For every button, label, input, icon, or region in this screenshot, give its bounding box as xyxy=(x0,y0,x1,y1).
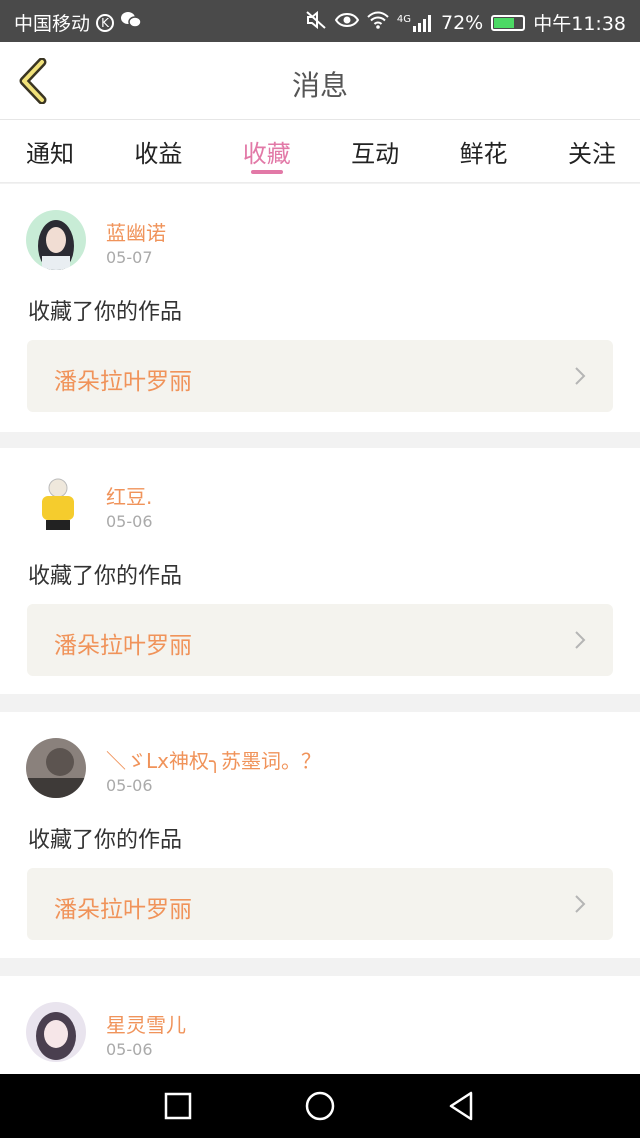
notification-message: 收藏了你的作品 xyxy=(28,300,183,325)
notification-date: 05-06 xyxy=(106,776,153,795)
signal-icon: 4G xyxy=(397,14,433,32)
user-name[interactable]: ＼ゞLx神权╮苏墨词。？ xyxy=(106,745,321,774)
notification-date: 05-06 xyxy=(106,1040,153,1059)
carrier-label: 中国移动 xyxy=(14,13,91,35)
notification-date: 05-07 xyxy=(106,248,153,267)
k-badge-icon: K xyxy=(96,13,115,32)
battery-percent: 72% xyxy=(441,11,484,34)
app-header: 消息 xyxy=(0,42,640,120)
page-title: 消息 xyxy=(291,69,348,102)
recent-apps-button[interactable] xyxy=(162,1090,194,1122)
tab-interaction[interactable]: 互动 xyxy=(351,120,399,182)
system-nav-bar xyxy=(0,1074,640,1138)
work-title: 潘朵拉叶罗丽 xyxy=(54,369,192,395)
avatar[interactable] xyxy=(26,474,86,534)
tab-flowers[interactable]: 鲜花 xyxy=(460,120,508,182)
tab-bar: 通知 收益 收藏 互动 鲜花 关注 xyxy=(0,120,640,183)
tab-follow[interactable]: 关注 xyxy=(568,120,616,182)
notification-date: 05-06 xyxy=(106,512,153,531)
status-bar: 中国移动 K 4G 72% 中午11:38 xyxy=(0,0,640,42)
tab-label: 关注 xyxy=(567,140,616,168)
work-link[interactable]: 潘朵拉叶罗丽 xyxy=(27,868,613,940)
avatar[interactable] xyxy=(26,210,86,270)
chevron-right-icon xyxy=(575,895,586,913)
notification-card: 红豆. 05-06 收藏了你的作品 潘朵拉叶罗丽 xyxy=(0,448,640,694)
notification-card: 蓝幽诺 05-07 收藏了你的作品 潘朵拉叶罗丽 xyxy=(0,184,640,432)
notification-message: 收藏了你的作品 xyxy=(28,564,183,589)
back-nav-button[interactable] xyxy=(446,1090,478,1122)
user-name[interactable]: 红豆. xyxy=(106,481,152,510)
notification-card: ＼ゞLx神权╮苏墨词。？ 05-06 收藏了你的作品 潘朵拉叶罗丽 xyxy=(0,712,640,958)
active-tab-indicator xyxy=(250,170,283,174)
clock: 中午11:38 xyxy=(533,13,626,35)
avatar[interactable] xyxy=(26,1002,86,1062)
status-right: 4G 72% 中午11:38 xyxy=(305,9,626,36)
mute-icon xyxy=(305,10,327,35)
user-name[interactable]: 蓝幽诺 xyxy=(106,217,166,246)
notification-message: 收藏了你的作品 xyxy=(28,828,183,853)
work-title: 潘朵拉叶罗丽 xyxy=(54,633,192,659)
eye-icon xyxy=(334,11,360,34)
home-button[interactable] xyxy=(304,1090,336,1122)
tab-label: 收藏 xyxy=(242,140,291,168)
chevron-right-icon xyxy=(575,631,586,649)
wechat-icon xyxy=(120,11,142,34)
notification-card: 星灵雪儿 05-06 xyxy=(0,976,640,1074)
work-title: 潘朵拉叶罗丽 xyxy=(54,897,192,923)
status-left: 中国移动 K xyxy=(14,9,142,36)
wifi-icon xyxy=(367,11,389,34)
tab-notice[interactable]: 通知 xyxy=(26,120,74,182)
tab-label: 鲜花 xyxy=(459,140,508,168)
network-type-label: 4G xyxy=(396,13,411,25)
tab-earnings[interactable]: 收益 xyxy=(134,120,182,182)
tab-favorites[interactable]: 收藏 xyxy=(243,120,291,182)
work-link[interactable]: 潘朵拉叶罗丽 xyxy=(27,340,613,412)
user-name[interactable]: 星灵雪儿 xyxy=(106,1009,186,1038)
tab-label: 收益 xyxy=(134,140,183,168)
work-link[interactable]: 潘朵拉叶罗丽 xyxy=(27,604,613,676)
chevron-right-icon xyxy=(575,367,586,385)
tab-label: 通知 xyxy=(26,140,74,168)
battery-icon xyxy=(491,14,526,31)
tab-label: 互动 xyxy=(351,140,400,168)
avatar[interactable] xyxy=(26,738,86,798)
